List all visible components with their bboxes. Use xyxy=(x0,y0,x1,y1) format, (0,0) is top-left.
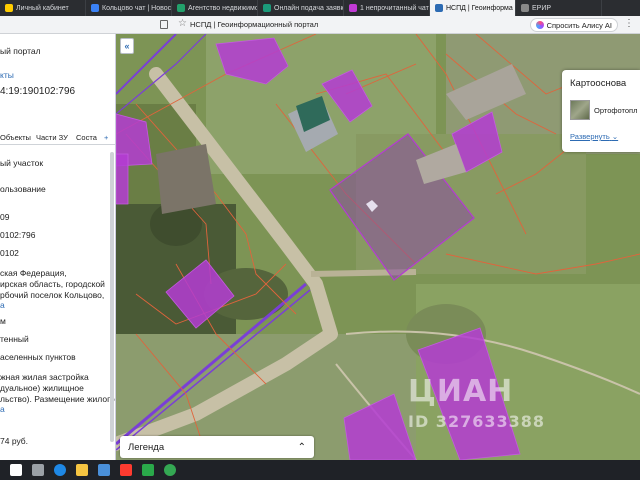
browser-tab[interactable]: Онлайн подача заявки xyxy=(258,0,344,16)
browser-tab-label: НСПД | Геоинформа xyxy=(446,4,513,12)
tab-favicon-icon xyxy=(521,4,529,12)
property-field[interactable]: а xyxy=(0,404,5,414)
browser-tab-strip: Личный кабинет Кольцово чат | Новосибир Аг… xyxy=(0,0,640,16)
tab-parcel-parts[interactable]: Части ЗУ xyxy=(36,133,68,142)
object-info-panel: ый портал кты 4:19:190102:796 ый участок оль… xyxy=(0,34,116,460)
tab-favicon-icon xyxy=(263,4,271,12)
browser-menu-icon[interactable]: ⋮ xyxy=(624,18,634,29)
tab-favicon-icon xyxy=(91,4,99,12)
browser-tab[interactable]: Кольцово чат | Новосибир xyxy=(86,0,172,16)
ask-alice-label: Спросить Алису AI xyxy=(546,20,612,30)
chat-icon[interactable] xyxy=(142,464,154,476)
browser-tab[interactable]: ЕРИР xyxy=(516,0,602,16)
copy-link-icon[interactable] xyxy=(160,20,168,29)
property-field: 09 xyxy=(0,212,10,222)
collapse-panel-button[interactable]: « xyxy=(120,38,134,54)
watermark-id: ID 327633388 xyxy=(408,412,545,431)
basemap-title: Картооснова xyxy=(570,78,627,89)
basemap-layer-label: Ортофотопл xyxy=(594,106,638,115)
edge-icon[interactable] xyxy=(54,464,66,476)
browser-tab-label: Агентство недвижимост xyxy=(188,4,258,12)
bookmark-star-icon[interactable]: ☆ xyxy=(178,18,187,29)
page-title: НСПД | Геоинформационный портал xyxy=(190,20,319,29)
browser-tab-label: Кольцово чат | Новосибир xyxy=(102,4,172,12)
basemap-expand-label: Развернуть xyxy=(570,132,610,141)
property-field[interactable]: кты xyxy=(0,70,14,80)
property-field: ый портал xyxy=(0,46,41,56)
alice-icon xyxy=(535,21,544,29)
orthophoto-thumbnail[interactable] xyxy=(570,100,590,120)
tab-objects[interactable]: Объекты xyxy=(0,133,31,142)
browser-tab-label: 1 непрочитанный чат xyxy=(360,4,429,12)
property-field: тенный xyxy=(0,334,29,344)
property-field: 4:19:190102:796 xyxy=(0,86,76,97)
property-field: ирская область, городской xyxy=(0,279,105,289)
browser-tab[interactable]: НСПД | Геоинформа xyxy=(430,0,516,16)
browser-tab[interactable]: Личный кабинет xyxy=(0,0,86,16)
tab-favicon-icon xyxy=(5,4,13,12)
object-tabs: Объекты Части ЗУ Соста + xyxy=(0,131,115,145)
browser-tab-label: Личный кабинет xyxy=(16,4,69,12)
tab-favicon-icon xyxy=(435,4,443,12)
property-field: льство). Размещение жилого xyxy=(0,394,115,404)
watermark: ЦИАН ID 327633388 xyxy=(408,374,544,431)
property-field: 0102 xyxy=(0,248,19,258)
map-view[interactable]: « Картооснова Ортофотопл Развернуть ⌄ ЦИ… xyxy=(116,34,640,460)
chevron-double-left-icon: « xyxy=(124,41,130,51)
mail-icon[interactable] xyxy=(98,464,110,476)
property-field: ская Федерация, xyxy=(0,268,67,278)
property-field: дуальное) жилищное xyxy=(0,383,84,393)
property-field: рбочий поселок Кольцово, xyxy=(0,290,105,300)
browser-tab-label: Онлайн подача заявки xyxy=(274,4,344,12)
basemap-panel: Картооснова Ортофотопл Развернуть ⌄ xyxy=(562,70,640,152)
property-field: 0102:796 xyxy=(0,230,36,240)
tab-favicon-icon xyxy=(349,4,357,12)
watermark-brand: ЦИАН xyxy=(408,374,514,409)
yandex-icon[interactable] xyxy=(120,464,132,476)
ask-alice-button[interactable]: Спросить Алису AI xyxy=(529,18,618,32)
property-field: аселенных пунктов xyxy=(0,352,76,362)
browser-tab[interactable]: Агентство недвижимост xyxy=(172,0,258,16)
tabs-more-button[interactable]: + xyxy=(104,133,108,142)
panel-scrollbar[interactable] xyxy=(110,152,114,442)
property-field: 74 руб. xyxy=(0,436,29,446)
legend-label: Легенда xyxy=(128,441,165,453)
property-field: ользование xyxy=(0,184,46,194)
browser-tab-label: ЕРИР xyxy=(532,4,552,12)
chevron-up-icon: ⌃ xyxy=(297,441,306,453)
property-field: жная жилая застройка xyxy=(0,372,89,382)
browser-tab[interactable]: 1 непрочитанный чат xyxy=(344,0,430,16)
chevron-down-icon: ⌄ xyxy=(611,132,619,141)
tab-composition[interactable]: Соста xyxy=(76,133,97,142)
taskview-icon[interactable] xyxy=(32,464,44,476)
chrome-icon[interactable] xyxy=(164,464,176,476)
property-field: м xyxy=(0,316,6,326)
property-field[interactable]: а xyxy=(0,300,5,310)
legend-button[interactable]: Легенда ⌃ xyxy=(120,436,314,458)
folder-icon[interactable] xyxy=(76,464,88,476)
os-taskbar xyxy=(0,460,640,480)
basemap-expand-link[interactable]: Развернуть ⌄ xyxy=(570,132,618,141)
tab-favicon-icon xyxy=(177,4,185,12)
property-field: ый участок xyxy=(0,158,44,168)
address-bar: ☆ НСПД | Геоинформационный портал Спроси… xyxy=(0,16,640,34)
search-icon[interactable] xyxy=(10,464,22,476)
